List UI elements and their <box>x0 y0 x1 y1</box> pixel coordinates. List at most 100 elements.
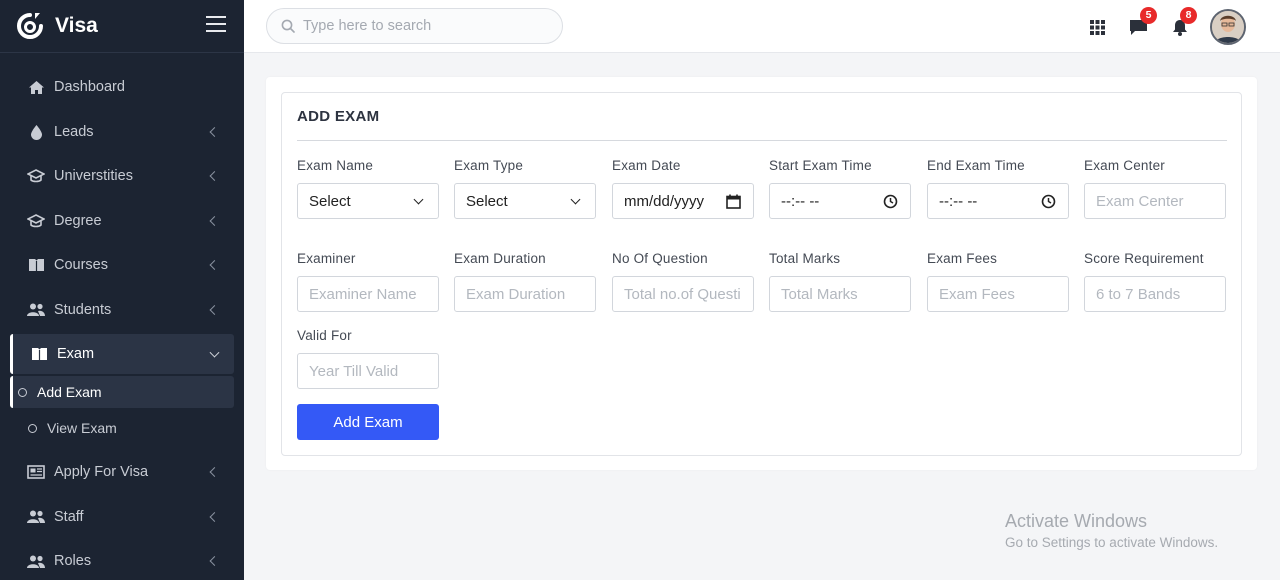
exam-center-label: Exam Center <box>1084 158 1165 173</box>
divider <box>297 140 1227 141</box>
start-time-label: Start Exam Time <box>769 158 872 173</box>
fees-field: Exam Fees <box>927 251 1069 312</box>
watermark-subtitle: Go to Settings to activate Windows. <box>1005 535 1219 550</box>
questions-input[interactable] <box>624 285 748 303</box>
chevron-left-icon <box>209 215 220 226</box>
exam-center-wrap <box>1084 183 1226 219</box>
sidebar-subitem-label: View Exam <box>47 420 117 436</box>
chevron-down-icon <box>413 194 424 205</box>
examiner-wrap <box>297 276 439 312</box>
chevron-left-icon <box>209 126 220 137</box>
exam-name-value: Select <box>309 192 351 210</box>
sidebar-item-label: Apply For Visa <box>54 464 149 481</box>
valid-for-field: Valid For <box>297 328 439 389</box>
search-icon <box>281 19 295 33</box>
sidebar-nav: Dashboard Leads Universtities Degree Cou… <box>0 65 244 580</box>
chevron-left-icon <box>209 511 220 522</box>
clock-icon[interactable] <box>1041 194 1056 209</box>
score-wrap <box>1084 276 1226 312</box>
fees-wrap <box>927 276 1069 312</box>
end-time-label: End Exam Time <box>927 158 1025 173</box>
chevron-left-icon <box>209 171 220 182</box>
marks-input[interactable] <box>781 285 905 303</box>
score-label: Score Requirement <box>1084 251 1204 266</box>
score-field: Score Requirement <box>1084 251 1226 312</box>
sidebar-subitem-add-exam[interactable]: Add Exam <box>10 376 234 408</box>
drop-icon <box>27 124 45 140</box>
valid-for-wrap <box>297 353 439 389</box>
exam-type-label: Exam Type <box>454 158 524 173</box>
chevron-left-icon <box>209 467 220 478</box>
sidebar-item-exam[interactable]: Exam <box>10 334 234 374</box>
end-time-value: --:-- -- <box>939 192 978 210</box>
score-input[interactable] <box>1096 285 1220 303</box>
add-exam-form: ADD EXAM Exam Name Select Exam Type Sele… <box>281 92 1242 456</box>
bell-icon[interactable]: 8 <box>1172 6 1197 36</box>
exam-name-label: Exam Name <box>297 158 374 173</box>
brand-name: Visa <box>55 14 98 37</box>
search-box[interactable] <box>266 8 563 44</box>
chat-icon[interactable]: 5 <box>1129 6 1157 36</box>
chevron-down-icon <box>570 194 581 205</box>
home-icon <box>27 79 45 95</box>
exam-date-label: Exam Date <box>612 158 681 173</box>
exam-date-input[interactable]: mm/dd/yyyy <box>612 183 754 219</box>
circle-icon <box>18 387 27 397</box>
notification-badge: 8 <box>1180 6 1197 24</box>
sidebar-item-label: Leads <box>54 123 94 140</box>
duration-label: Exam Duration <box>454 251 546 266</box>
chevron-left-icon <box>209 556 220 567</box>
marks-wrap <box>769 276 911 312</box>
valid-for-input[interactable] <box>309 362 433 380</box>
apps-grid-icon[interactable] <box>1090 19 1105 35</box>
valid-for-label: Valid For <box>297 328 352 343</box>
top-header: 5 8 <box>244 0 1280 53</box>
sidebar-item-students[interactable]: Students <box>0 288 244 333</box>
sidebar-item-roles[interactable]: Roles <box>0 539 244 580</box>
sidebar-item-universities[interactable]: Universtities <box>0 154 244 199</box>
users-icon <box>27 509 45 525</box>
examiner-label: Examiner <box>297 251 356 266</box>
questions-wrap <box>612 276 754 312</box>
marks-field: Total Marks <box>769 251 911 312</box>
sidebar-item-staff[interactable]: Staff <box>0 495 244 540</box>
users-icon <box>27 553 45 569</box>
exam-type-select[interactable]: Select <box>454 183 596 219</box>
sidebar-item-dashboard[interactable]: Dashboard <box>0 65 244 110</box>
duration-input[interactable] <box>466 285 590 303</box>
search-input[interactable] <box>303 18 543 34</box>
visa-logo <box>17 13 43 39</box>
calendar-icon[interactable] <box>726 194 741 209</box>
end-time-input[interactable]: --:-- -- <box>927 183 1069 219</box>
avatar[interactable] <box>1210 9 1246 45</box>
chevron-left-icon <box>209 260 220 271</box>
exam-type-value: Select <box>466 192 508 210</box>
exam-name-select[interactable]: Select <box>297 183 439 219</box>
sidebar-item-apply-visa[interactable]: Apply For Visa <box>0 450 244 495</box>
start-time-value: --:-- -- <box>781 192 820 210</box>
exam-center-input[interactable] <box>1096 192 1220 210</box>
clock-icon[interactable] <box>883 194 898 209</box>
start-time-field: Start Exam Time --:-- -- <box>769 158 911 219</box>
windows-activation-watermark: Activate Windows Go to Settings to activ… <box>1005 511 1218 550</box>
menu-toggle-icon[interactable] <box>206 16 226 32</box>
add-exam-button[interactable]: Add Exam <box>297 404 439 440</box>
end-time-field: End Exam Time --:-- -- <box>927 158 1069 219</box>
sidebar-subitem-view-exam[interactable]: View Exam <box>10 410 234 446</box>
sidebar-item-label: Courses <box>54 257 108 274</box>
sidebar-item-leads[interactable]: Leads <box>0 110 244 155</box>
sidebar-item-label: Students <box>54 301 112 318</box>
chat-badge: 5 <box>1140 6 1157 24</box>
graduation-cap-icon <box>27 168 45 184</box>
start-time-input[interactable]: --:-- -- <box>769 183 911 219</box>
sidebar-item-courses[interactable]: Courses <box>0 243 244 288</box>
questions-label: No Of Question <box>612 251 708 266</box>
sidebar-item-label: Staff <box>54 508 84 525</box>
sidebar-item-label: Exam <box>57 346 95 362</box>
marks-label: Total Marks <box>769 251 841 266</box>
examiner-input[interactable] <box>309 285 433 303</box>
sidebar-item-degree[interactable]: Degree <box>0 199 244 244</box>
duration-wrap <box>454 276 596 312</box>
fees-input[interactable] <box>939 285 1063 303</box>
graduation-cap-icon <box>27 213 45 229</box>
